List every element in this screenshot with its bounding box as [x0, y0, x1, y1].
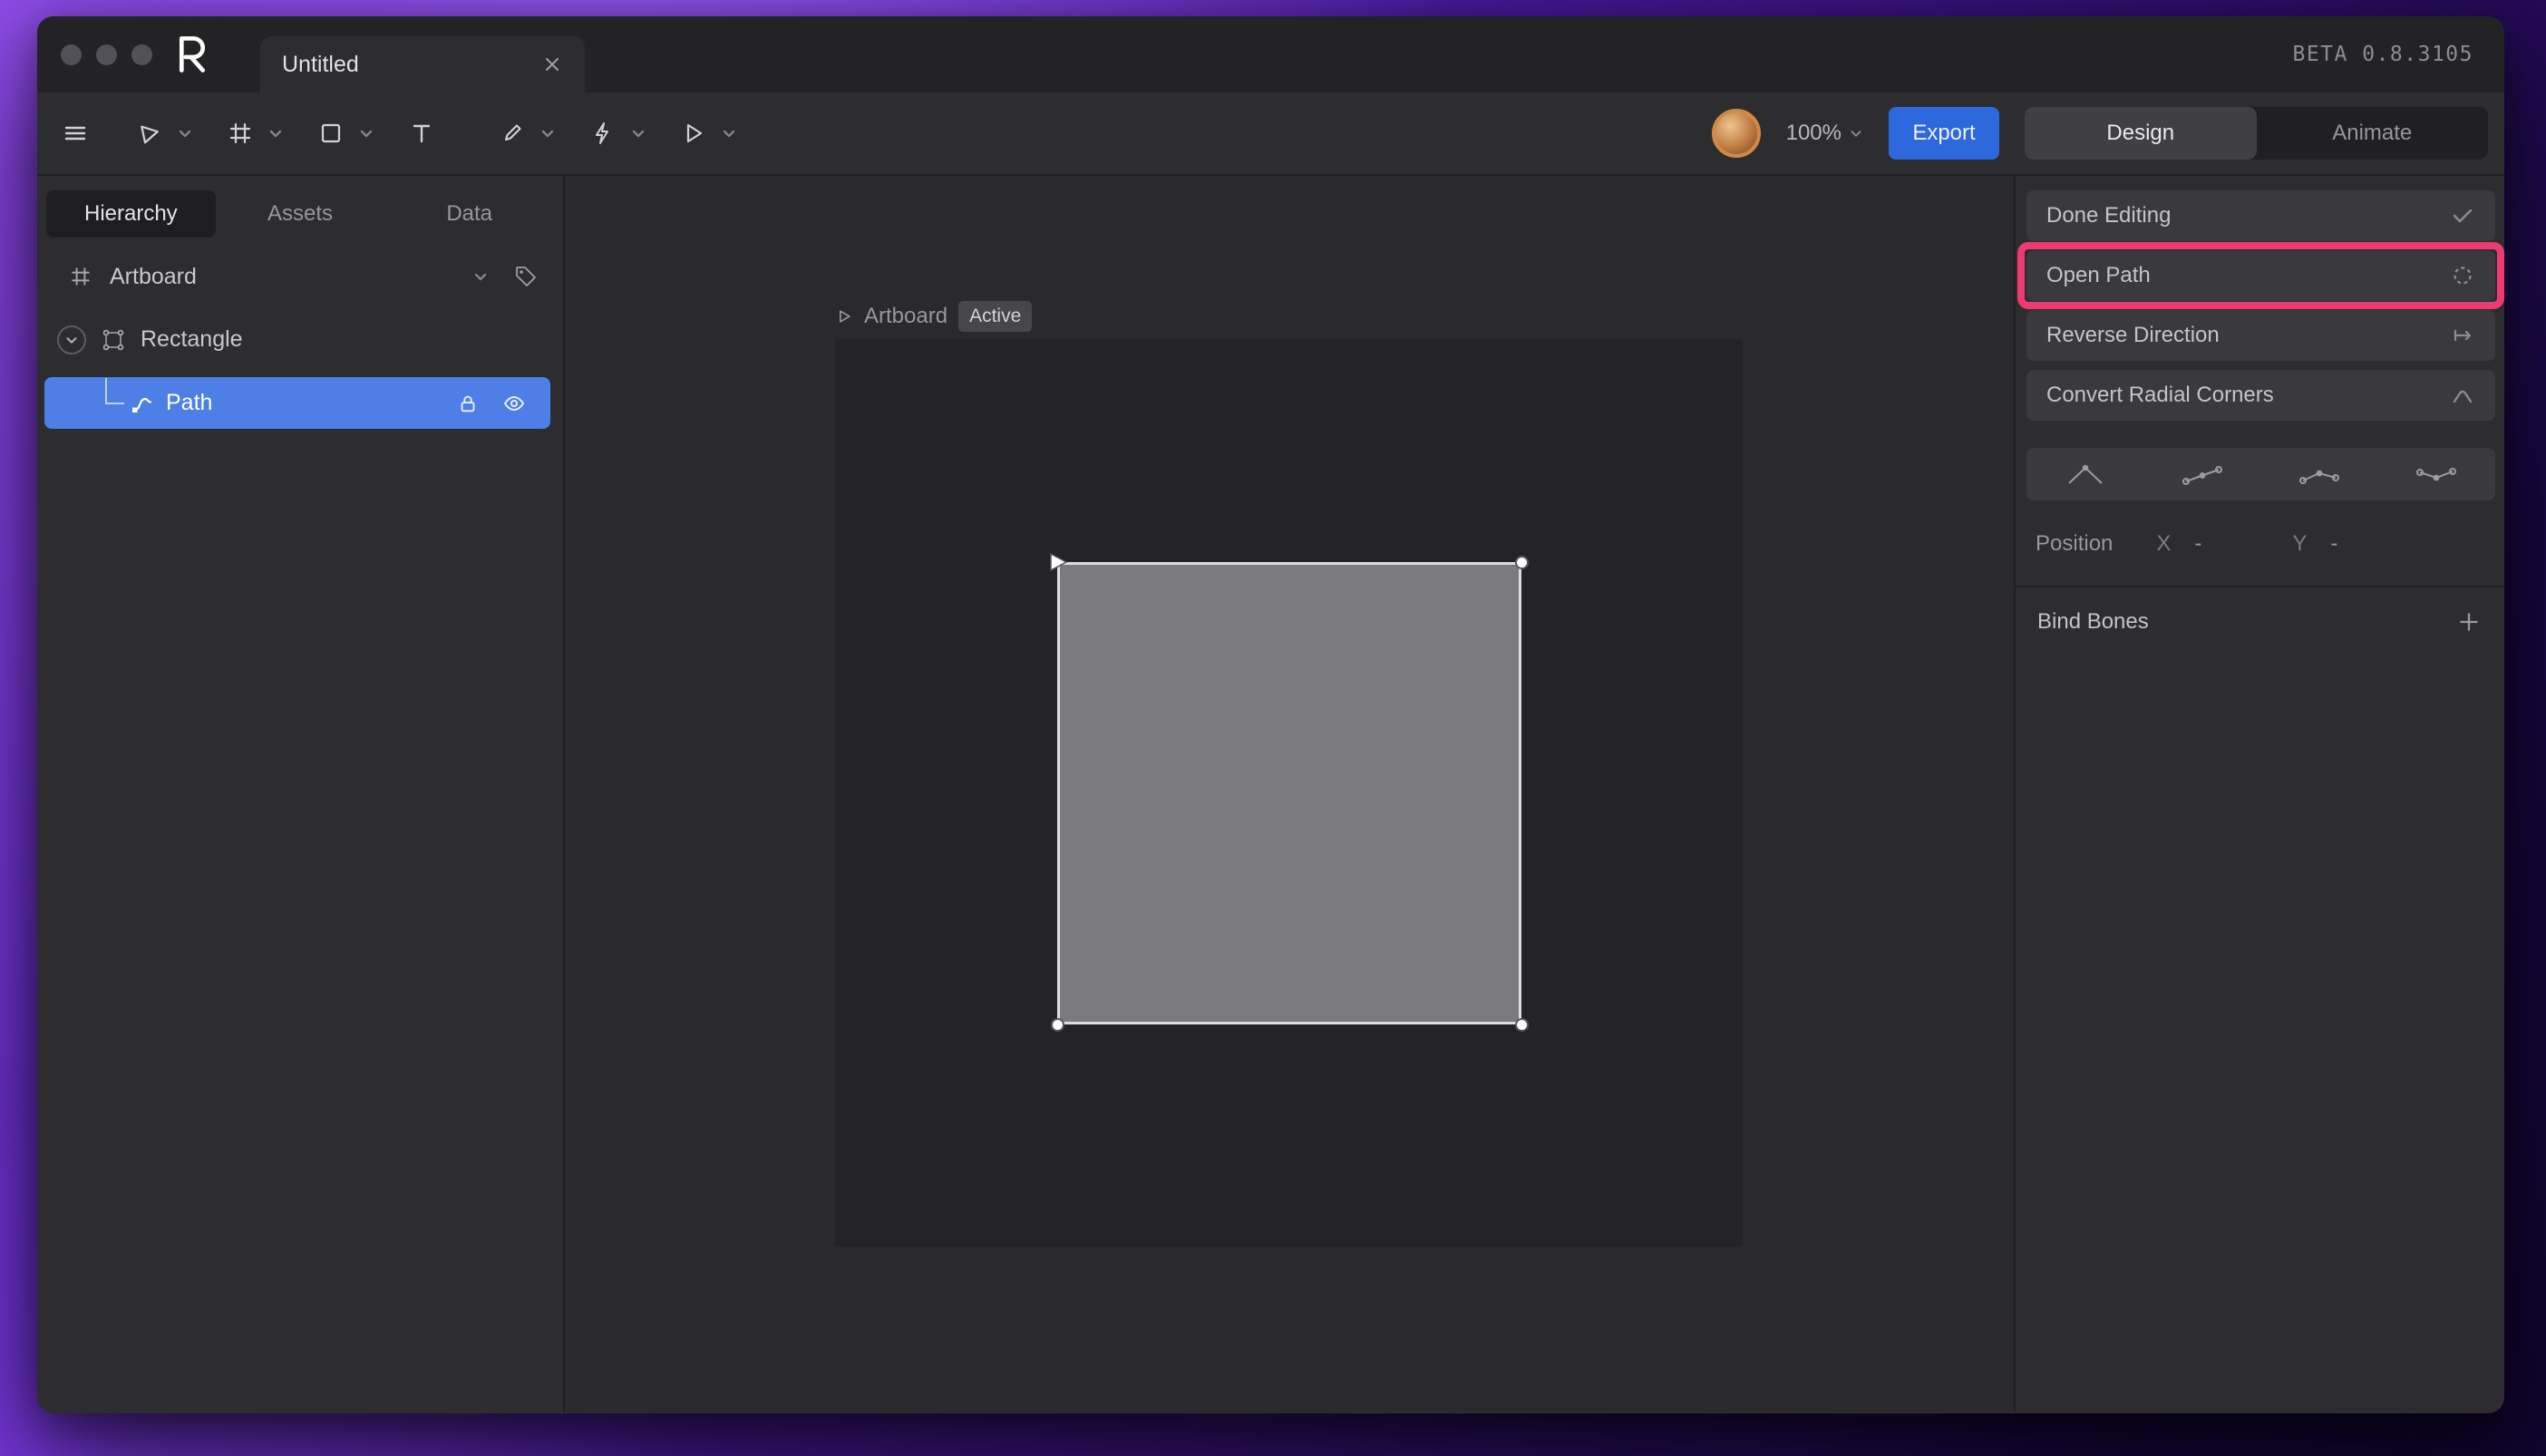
open-path-button[interactable]: Open Path	[2026, 250, 2495, 301]
done-editing-button[interactable]: Done Editing	[2026, 190, 2495, 241]
mirrored-vertex-icon[interactable]	[2143, 448, 2260, 500]
tree-row-artboard[interactable]: Artboard	[37, 250, 563, 303]
chevron-down-icon[interactable]	[472, 268, 489, 285]
convert-radial-corners-label: Convert Radial Corners	[2046, 383, 2274, 408]
tag-icon[interactable]	[514, 265, 538, 288]
check-icon	[2450, 203, 2475, 228]
tab-assets[interactable]: Assets	[216, 190, 385, 238]
open-path-label: Open Path	[2046, 263, 2151, 288]
titlebar: Untitled BETA 0.8.3105	[37, 16, 2504, 92]
radial-corners-icon	[2450, 383, 2475, 408]
rectangle-shape[interactable]	[1057, 562, 1521, 1024]
open-path-icon	[2450, 263, 2475, 288]
done-editing-label: Done Editing	[2046, 203, 2171, 228]
export-button[interactable]: Export	[1889, 107, 1999, 160]
shape-tool-dropdown-icon[interactable]	[355, 110, 378, 157]
tree-row-rectangle[interactable]: Rectangle	[37, 314, 563, 365]
play-tool-dropdown-icon[interactable]	[717, 110, 741, 157]
path-row-label: Path	[166, 390, 212, 416]
user-avatar[interactable]	[1712, 109, 1761, 158]
zoom-control[interactable]: 100%	[1786, 121, 1863, 146]
pen-tool-dropdown-icon[interactable]	[536, 110, 559, 157]
reverse-direction-icon	[2450, 323, 2475, 348]
asymmetric-vertex-icon[interactable]	[2378, 448, 2495, 500]
toolbar: 100% Export Design Animate	[37, 92, 2504, 176]
tab-design[interactable]: Design	[2025, 107, 2257, 160]
tab-data[interactable]: Data	[384, 190, 554, 238]
detached-vertex-icon[interactable]	[2261, 448, 2378, 500]
corner-vertex-icon[interactable]	[2026, 448, 2143, 500]
select-tool-dropdown-icon[interactable]	[173, 110, 197, 157]
tab-title: Untitled	[282, 52, 359, 78]
lock-icon[interactable]	[456, 392, 480, 415]
tree-row-path-selected[interactable]: Path	[44, 377, 550, 429]
position-y-value[interactable]: -	[2330, 531, 2337, 557]
zoom-dropdown-icon	[1849, 126, 1863, 141]
position-y-label: Y	[2292, 531, 2307, 557]
sidebar-tabs: Hierarchy Assets Data	[46, 190, 554, 238]
artboard-surface[interactable]	[835, 339, 1743, 1247]
bolt-tool-button[interactable]	[579, 110, 627, 157]
document-tab[interactable]: Untitled	[260, 36, 585, 92]
position-label: Position	[2036, 531, 2113, 557]
expand-toggle-icon[interactable]	[57, 325, 86, 354]
desktop-background: Untitled BETA 0.8.3105	[0, 0, 2546, 1456]
artboard-caption-label: Artboard	[864, 304, 947, 329]
close-window-button[interactable]	[61, 44, 82, 65]
zoom-level: 100%	[1786, 121, 1841, 146]
pen-tool-button[interactable]	[489, 110, 536, 157]
shape-vertices-icon	[101, 327, 126, 353]
path-icon	[130, 391, 155, 416]
artboard-tool-dropdown-icon[interactable]	[264, 110, 287, 157]
status-badge: Active	[958, 301, 1032, 332]
bind-bones-label: Bind Bones	[2037, 609, 2149, 635]
convert-radial-corners-button[interactable]: Convert Radial Corners	[2026, 370, 2495, 421]
tab-hierarchy[interactable]: Hierarchy	[46, 190, 216, 238]
text-tool-button[interactable]	[398, 110, 445, 157]
tree-connector-line	[99, 378, 126, 429]
vertex-handle[interactable]	[1051, 1018, 1064, 1032]
artboard-caption[interactable]: Artboard Active	[835, 301, 1032, 332]
vertex-type-toolbar	[2026, 448, 2495, 500]
add-bone-button[interactable]	[2455, 608, 2483, 636]
bind-bones-row: Bind Bones	[2016, 597, 2504, 647]
app-window: Untitled BETA 0.8.3105	[37, 16, 2504, 1413]
artboard-frame-icon	[68, 264, 93, 289]
select-tool-button[interactable]	[126, 110, 173, 157]
hierarchy-sidebar: Hierarchy Assets Data Artboard	[37, 176, 565, 1412]
position-x-label: X	[2156, 531, 2171, 557]
canvas-stage[interactable]: Artboard Active	[565, 176, 2014, 1412]
artboard-row-label: Artboard	[110, 264, 197, 290]
vertex-start-handle[interactable]	[1047, 551, 1069, 573]
play-tool-button[interactable]	[670, 110, 717, 157]
inspector-panel: Done Editing Open Path Reverse Direction	[2014, 176, 2504, 1412]
bolt-tool-dropdown-icon[interactable]	[627, 110, 650, 157]
rectangle-row-label: Rectangle	[141, 326, 243, 353]
shape-tool-button[interactable]	[307, 110, 355, 157]
tab-close-icon[interactable]	[541, 53, 563, 75]
vertex-handle[interactable]	[1515, 1018, 1529, 1032]
minimize-window-button[interactable]	[96, 44, 117, 65]
artboard-tool-button[interactable]	[217, 110, 264, 157]
mode-segmented-control: Design Animate	[2025, 107, 2488, 160]
position-x-value[interactable]: -	[2194, 531, 2201, 557]
position-row: Position X - Y -	[2036, 526, 2489, 562]
panel-divider	[2016, 586, 2504, 587]
vertex-handle[interactable]	[1515, 556, 1529, 569]
reverse-direction-button[interactable]: Reverse Direction	[2026, 310, 2495, 361]
artboard-play-icon	[835, 307, 853, 325]
traffic-lights	[61, 44, 152, 65]
rive-logo-icon	[175, 34, 209, 74]
beta-version-label: BETA 0.8.3105	[2292, 16, 2473, 92]
menu-hamburger-icon[interactable]	[52, 110, 99, 157]
tab-animate[interactable]: Animate	[2257, 107, 2489, 160]
zoom-window-button[interactable]	[131, 44, 152, 65]
reverse-direction-label: Reverse Direction	[2046, 323, 2220, 348]
eye-icon[interactable]	[501, 391, 527, 416]
